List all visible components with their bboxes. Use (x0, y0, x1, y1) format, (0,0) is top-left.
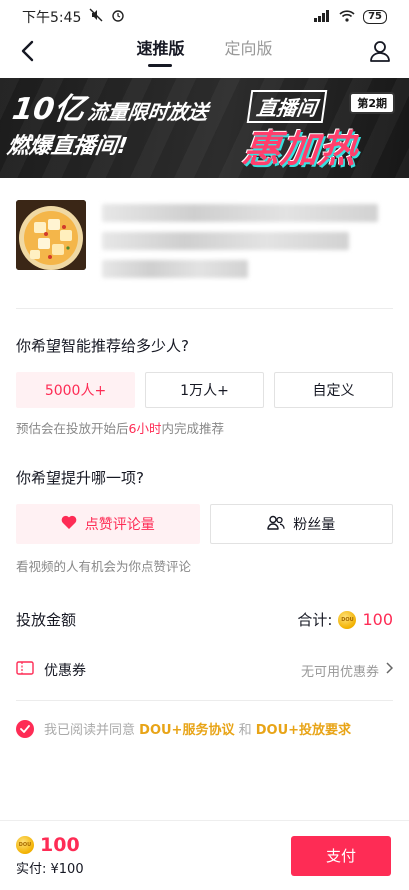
hint-highlight: 6小时 (128, 421, 162, 436)
amount-total: 合计: DOU 100 (297, 609, 393, 630)
hint-prefix: 预估会在投放开始后 (16, 421, 129, 436)
banner-left-text: 10亿 流量限时放送 燃爆直播间! (5, 92, 210, 160)
agreement-row: 我已阅读并同意 DOU+服务协议 和 DOU+投放要求 (0, 701, 409, 738)
audience-hint: 预估会在投放开始后6小时内完成推荐 (0, 408, 409, 437)
delivery-requirements-link[interactable]: DOU+投放要求 (256, 723, 351, 738)
banner-right-logo: 直播间 第2期 惠加热 (239, 88, 399, 171)
audience-question: 你希望智能推荐给多少人? (16, 337, 189, 355)
wifi-icon (339, 9, 355, 25)
coupon-row[interactable]: 优惠券 无可用优惠券 (0, 630, 409, 700)
banner-line2: 燃爆直播间! (5, 134, 130, 159)
top-nav: 速推版 定向版 (0, 34, 409, 68)
video-thumbnail (16, 200, 86, 270)
paid-amount: 实付: ¥100 (16, 862, 84, 877)
promo-banner[interactable]: 10亿 流量限时放送 燃爆直播间! 直播间 第2期 惠加热 (0, 78, 409, 178)
tab-bar: 速推版 定向版 (136, 35, 272, 67)
amount-row: 投放金额 合计: DOU 100 (0, 575, 409, 630)
banner-line1: 流量限时放送 (86, 100, 210, 124)
audience-options: 5000人+ 1万人+ 自定义 (0, 356, 409, 408)
bottom-amount-value: 100 (40, 834, 80, 856)
agreement-prefix: 我已阅读并同意 (44, 723, 136, 738)
audience-option-custom[interactable]: 自定义 (274, 372, 393, 408)
alarm-icon (111, 8, 125, 26)
goal-option-likes-label: 点赞评论量 (84, 517, 155, 533)
signal-icon (313, 9, 331, 25)
tab-targeted[interactable]: 定向版 (225, 35, 273, 67)
mute-icon (89, 8, 103, 26)
battery-indicator: 75 (363, 10, 387, 24)
users-icon (267, 515, 285, 534)
bottom-bar: DOU 100 实付: ¥100 支付 (0, 820, 409, 890)
amount-total-label: 合计: (297, 611, 333, 629)
agreement-and: 和 (238, 723, 252, 738)
video-title-blurred (102, 200, 393, 288)
status-time: 下午5:45 (22, 10, 82, 26)
agreement-text: 我已阅读并同意 DOU+服务协议 和 DOU+投放要求 (44, 719, 351, 738)
goal-option-followers[interactable]: 粉丝量 (209, 504, 393, 544)
bottom-amount: DOU 100 (16, 834, 84, 856)
selected-video[interactable] (0, 178, 409, 308)
goal-options: 点赞评论量 粉丝量 (0, 488, 409, 544)
amount-label: 投放金额 (16, 611, 77, 629)
audience-option-10000[interactable]: 1万人+ (145, 372, 264, 408)
hint-suffix: 内完成推荐 (161, 421, 224, 436)
back-icon[interactable] (14, 38, 40, 64)
service-agreement-link[interactable]: DOU+服务协议 (139, 723, 234, 738)
coupon-status: 无可用优惠券 (300, 664, 379, 680)
agreement-checkbox[interactable] (16, 719, 34, 738)
pay-button[interactable]: 支付 (291, 835, 391, 876)
goal-question: 你希望提升哪一项? (16, 469, 144, 487)
heart-icon (61, 515, 77, 534)
dou-coin-icon: DOU (16, 836, 34, 854)
coupon-icon (16, 661, 34, 679)
amount-total-value: 100 (362, 610, 393, 629)
banner-big-right: 惠加热 (240, 127, 359, 171)
goal-hint: 看视频的人有机会为你点赞评论 (16, 559, 192, 574)
audience-option-5000[interactable]: 5000人+ (16, 372, 135, 408)
banner-big-number: 10亿 (10, 92, 87, 127)
dou-coin-icon: DOU (338, 610, 357, 629)
chevron-right-icon (385, 662, 394, 678)
banner-badge: 第2期 (349, 92, 395, 114)
goal-option-likes[interactable]: 点赞评论量 (16, 504, 200, 544)
user-icon[interactable] (367, 38, 393, 64)
tab-quick[interactable]: 速推版 (136, 35, 184, 67)
status-bar: 下午5:45 75 (0, 0, 409, 34)
coupon-label: 优惠券 (44, 663, 86, 679)
goal-option-followers-label: 粉丝量 (293, 517, 336, 533)
